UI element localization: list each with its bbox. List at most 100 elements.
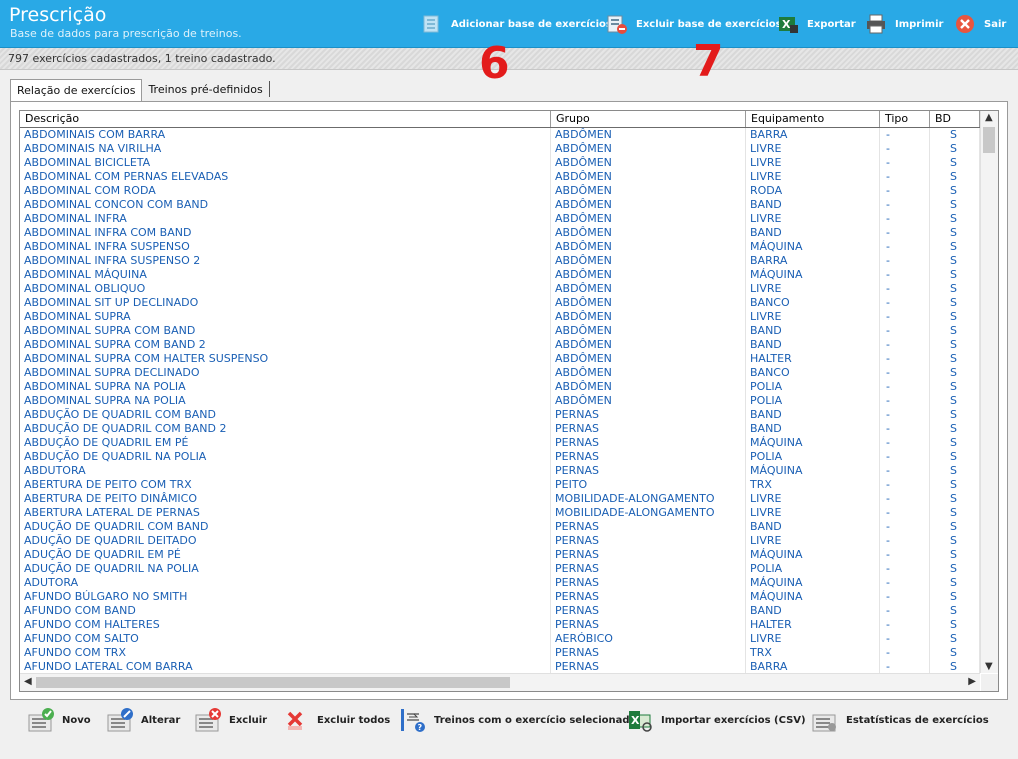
delete-exercise-base-label: Excluir base de exercícios <box>636 18 782 30</box>
vertical-scrollbar[interactable]: ▲ ▼ <box>980 111 998 673</box>
delete-list-icon <box>194 707 222 733</box>
table-row[interactable]: ABDOMINAL INFRA SUSPENSO ABDÔMEN MÁQUINA - S <box>20 240 980 254</box>
horizontal-scroll-thumb[interactable] <box>36 677 510 688</box>
table-row[interactable]: AFUNDO LATERAL COM BARRA PERNAS BARRA - S <box>20 660 980 674</box>
type-cell: - <box>880 254 930 268</box>
column-header-type[interactable]: Tipo <box>880 111 930 127</box>
table-row[interactable]: ABDUÇÃO DE QUADRIL COM BAND PERNAS BAND - S <box>20 408 980 422</box>
table-row[interactable]: ABDOMINAL SUPRA NA POLIA ABDÔMEN POLIA - S <box>20 380 980 394</box>
type-cell: - <box>880 184 930 198</box>
table-row[interactable]: ABDOMINAL INFRA SUSPENSO 2 ABDÔMEN BARRA - S <box>20 254 980 268</box>
delete-all-button[interactable]: Excluir todos <box>282 704 390 736</box>
bd-cell: S <box>930 548 980 562</box>
column-header-description[interactable]: Descrição <box>20 111 551 127</box>
table-row[interactable]: ABDOMINAIS COM BARRA ABDÔMEN BARRA - S <box>20 128 980 142</box>
description-cell: ABDOMINAL COM PERNAS ELEVADAS <box>20 170 551 184</box>
table-row[interactable]: ABERTURA DE PEITO DINÂMICO MOBILIDADE-ALO… <box>20 492 980 506</box>
table-row[interactable]: ABDOMINAL SUPRA COM BAND ABDÔMEN BAND - S <box>20 324 980 338</box>
import-exercises-button[interactable]: X Importar exercícios (CSV) <box>626 704 806 736</box>
table-row[interactable]: ABDOMINAL OBLIQUO ABDÔMEN LIVRE - S <box>20 282 980 296</box>
table-row[interactable]: ABERTURA DE PEITO COM TRX PEITO TRX - S <box>20 478 980 492</box>
scroll-up-icon[interactable]: ▲ <box>985 112 993 123</box>
table-row[interactable]: ADUÇÃO DE QUADRIL NA POLIA PERNAS POLIA - S <box>20 562 980 576</box>
workouts-with-exercise-button[interactable]: ? Treinos com o exercício selecionado <box>399 704 636 736</box>
table-row[interactable]: ADUÇÃO DE QUADRIL COM BAND PERNAS BAND - S <box>20 520 980 534</box>
column-header-group[interactable]: Grupo <box>551 111 746 127</box>
exit-label: Sair <box>984 18 1007 30</box>
exercise-table[interactable]: Descrição Grupo Equipamento Tipo BD ABDO… <box>19 110 999 692</box>
type-cell: - <box>880 170 930 184</box>
table-row[interactable]: ABDOMINAL SUPRA NA POLIA ABDÔMEN POLIA - S <box>20 394 980 408</box>
print-label: Imprimir <box>895 18 944 30</box>
type-cell: - <box>880 548 930 562</box>
table-row[interactable]: ADUÇÃO DE QUADRIL EM PÉ PERNAS MÁQUINA - S <box>20 548 980 562</box>
edit-exercise-button[interactable]: Alterar <box>106 704 180 736</box>
description-cell: ABDOMINAL SUPRA NA POLIA <box>20 394 551 408</box>
exit-button[interactable]: Sair <box>954 12 1006 36</box>
equipment-cell: BARRA <box>746 254 880 268</box>
scroll-down-icon[interactable]: ▼ <box>985 661 993 672</box>
bd-cell: S <box>930 618 980 632</box>
column-header-bd[interactable]: BD <box>930 111 980 127</box>
type-cell: - <box>880 268 930 282</box>
table-row[interactable]: ABDOMINAL INFRA COM BAND ABDÔMEN BAND - S <box>20 226 980 240</box>
table-row[interactable]: ABDOMINAL BICICLETA ABDÔMEN LIVRE - S <box>20 156 980 170</box>
equipment-cell: HALTER <box>746 618 880 632</box>
table-row[interactable]: ABDOMINAL COM PERNAS ELEVADAS ABDÔMEN LIVR… <box>20 170 980 184</box>
description-cell: ABDOMINAL SUPRA DECLINADO <box>20 366 551 380</box>
add-exercise-base-button[interactable]: Adicionar base de exercícios <box>421 12 612 36</box>
group-cell: ABDÔMEN <box>551 338 746 352</box>
table-row[interactable]: ABDOMINAL SUPRA COM BAND 2 ABDÔMEN BAND - S <box>20 338 980 352</box>
tab-exercise-list[interactable]: Relação de exercícios <box>10 79 143 103</box>
exercise-statistics-button[interactable]: Estatísticas de exercícios <box>811 704 989 736</box>
table-row[interactable]: ADUTORA PERNAS MÁQUINA - S <box>20 576 980 590</box>
table-row[interactable]: ADUÇÃO DE QUADRIL DEITADO PERNAS LIVRE - S <box>20 534 980 548</box>
column-header-equipment[interactable]: Equipamento <box>746 111 880 127</box>
scroll-left-icon[interactable]: ◀ <box>24 676 32 687</box>
group-cell: PERNAS <box>551 604 746 618</box>
table-row[interactable]: ABDOMINAL SUPRA ABDÔMEN LIVRE - S <box>20 310 980 324</box>
group-cell: ABDÔMEN <box>551 366 746 380</box>
table-row[interactable]: ABDOMINAL SUPRA DECLINADO ABDÔMEN BANCO - S <box>20 366 980 380</box>
table-row[interactable]: AFUNDO COM SALTO AERÓBICO LIVRE - S <box>20 632 980 646</box>
description-cell: ABDOMINAL INFRA SUSPENSO <box>20 240 551 254</box>
table-row[interactable]: ABDOMINAL CONCON COM BAND ABDÔMEN BAND - S <box>20 198 980 212</box>
table-row[interactable]: ABERTURA LATERAL DE PERNAS MOBILIDADE-ALO… <box>20 506 980 520</box>
group-cell: PERNAS <box>551 520 746 534</box>
export-button[interactable]: X Exportar <box>777 12 856 36</box>
table-row[interactable]: AFUNDO COM BAND PERNAS BAND - S <box>20 604 980 618</box>
table-row[interactable]: AFUNDO BÚLGARO NO SMITH PERNAS MÁQUINA - S <box>20 590 980 604</box>
vertical-scroll-thumb[interactable] <box>983 127 995 153</box>
table-row[interactable]: ABDOMINAL SIT UP DECLINADO ABDÔMEN BANCO - S <box>20 296 980 310</box>
delete-exercise-button[interactable]: Excluir <box>194 704 267 736</box>
delete-exercise-base-button[interactable]: Excluir base de exercícios <box>606 12 782 36</box>
bd-cell: S <box>930 184 980 198</box>
type-cell: - <box>880 142 930 156</box>
equipment-cell: POLIA <box>746 562 880 576</box>
table-row[interactable]: AFUNDO COM HALTERES PERNAS HALTER - S <box>20 618 980 632</box>
table-row[interactable]: AFUNDO COM TRX PERNAS TRX - S <box>20 646 980 660</box>
type-cell: - <box>880 212 930 226</box>
table-row[interactable]: ABDOMINAL INFRA ABDÔMEN LIVRE - S <box>20 212 980 226</box>
table-row[interactable]: ABDUTORA PERNAS MÁQUINA - S <box>20 464 980 478</box>
table-row[interactable]: ABDOMINAL SUPRA COM HALTER SUSPENSO ABDÔM… <box>20 352 980 366</box>
table-row[interactable]: ABDOMINAL MÁQUINA ABDÔMEN MÁQUINA - S <box>20 268 980 282</box>
table-row[interactable]: ABDUÇÃO DE QUADRIL COM BAND 2 PERNAS BAND -… <box>20 422 980 436</box>
horizontal-scrollbar[interactable]: ◀ ▶ <box>20 673 980 691</box>
table-row[interactable]: ABDOMINAL COM RODA ABDÔMEN RODA - S <box>20 184 980 198</box>
equipment-cell: BARRA <box>746 660 880 674</box>
table-row[interactable]: ABDUÇÃO DE QUADRIL EM PÉ PERNAS MÁQUINA - S <box>20 436 980 450</box>
scroll-right-icon[interactable]: ▶ <box>968 676 976 687</box>
table-row[interactable]: ABDOMINAIS NA VIRILHA ABDÔMEN LIVRE - S <box>20 142 980 156</box>
description-cell: ADUÇÃO DE QUADRIL NA POLIA <box>20 562 551 576</box>
tab-predefined-workouts[interactable]: Treinos pré-definidos <box>142 81 270 97</box>
group-cell: ABDÔMEN <box>551 282 746 296</box>
type-cell: - <box>880 198 930 212</box>
print-button[interactable]: Imprimir <box>865 12 943 36</box>
bd-cell: S <box>930 268 980 282</box>
type-cell: - <box>880 366 930 380</box>
table-row[interactable]: ABDUÇÃO DE QUADRIL NA POLIA PERNAS POLIA - S <box>20 450 980 464</box>
new-exercise-button[interactable]: Novo <box>27 704 91 736</box>
bd-cell: S <box>930 408 980 422</box>
group-cell: PERNAS <box>551 464 746 478</box>
